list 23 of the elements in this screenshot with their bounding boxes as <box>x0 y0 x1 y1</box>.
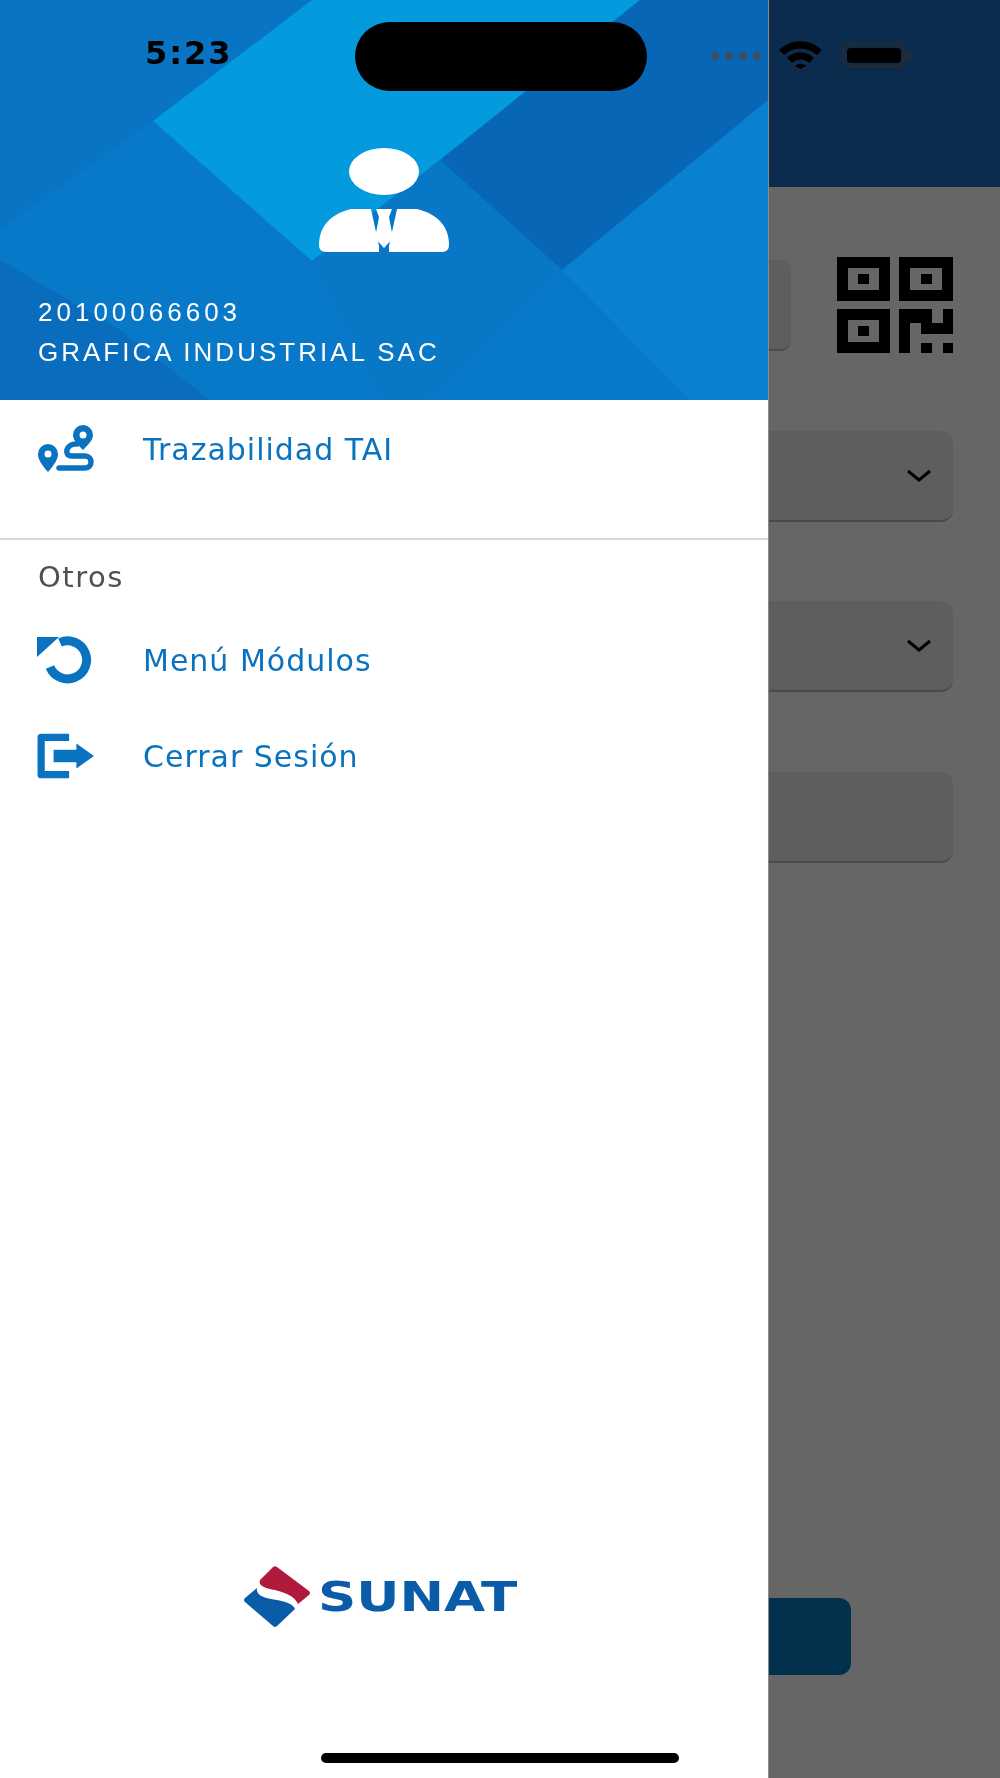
company-name: GRAFICA INDUSTRIAL SAC <box>37 336 441 369</box>
input-field[interactable] <box>769 259 791 351</box>
person-icon <box>319 148 449 252</box>
dropdown-field[interactable] <box>769 431 953 522</box>
company-id: 20100066603 <box>37 296 243 329</box>
action-button[interactable] <box>769 1598 851 1675</box>
signal-icon <box>710 51 762 61</box>
menu-item[interactable]: Menú Módulos <box>0 612 768 708</box>
route-icon <box>37 425 95 473</box>
battery-icon <box>842 43 912 68</box>
chevron-down-icon <box>906 638 932 653</box>
dropdown-field[interactable] <box>769 601 953 692</box>
input-field[interactable] <box>769 772 953 863</box>
menu-item[interactable]: Trazabilidad TAI <box>0 400 768 498</box>
qr-code-icon[interactable] <box>837 257 953 353</box>
chevron-down-icon <box>906 468 932 483</box>
wifi-icon <box>778 41 823 69</box>
logout-icon <box>37 732 95 780</box>
section-title: Otros <box>37 559 125 595</box>
menu-item[interactable]: Cerrar Sesión <box>0 708 768 804</box>
logo-mark-icon <box>243 1566 311 1628</box>
status-time: 5:23 <box>145 33 233 73</box>
logo-text: SUNAT <box>318 1577 518 1617</box>
